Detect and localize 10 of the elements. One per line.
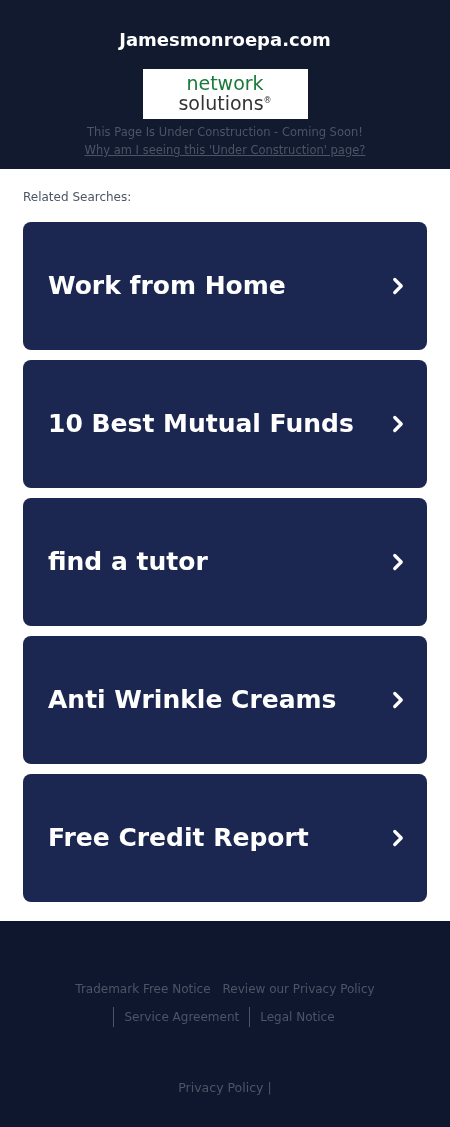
search-result-card[interactable]: 10 Best Mutual Funds (23, 360, 427, 488)
construction-notice: This Page Is Under Construction - Coming Soon! (87, 124, 363, 141)
search-result-card[interactable]: Free Credit Report (23, 774, 427, 902)
related-searches-heading: Related Searches: (23, 189, 133, 205)
search-result-card[interactable]: find a tutor (23, 498, 427, 626)
search-result-card[interactable]: Anti Wrinkle Creams (23, 636, 427, 764)
link-separator: | (267, 1079, 272, 1097)
search-result-card[interactable]: Work from Home (23, 222, 427, 350)
network-solutions-logo[interactable]: network solutions$^{®}$ (142, 69, 308, 119)
site-title: Jamesmonroepa.com (119, 29, 331, 51)
